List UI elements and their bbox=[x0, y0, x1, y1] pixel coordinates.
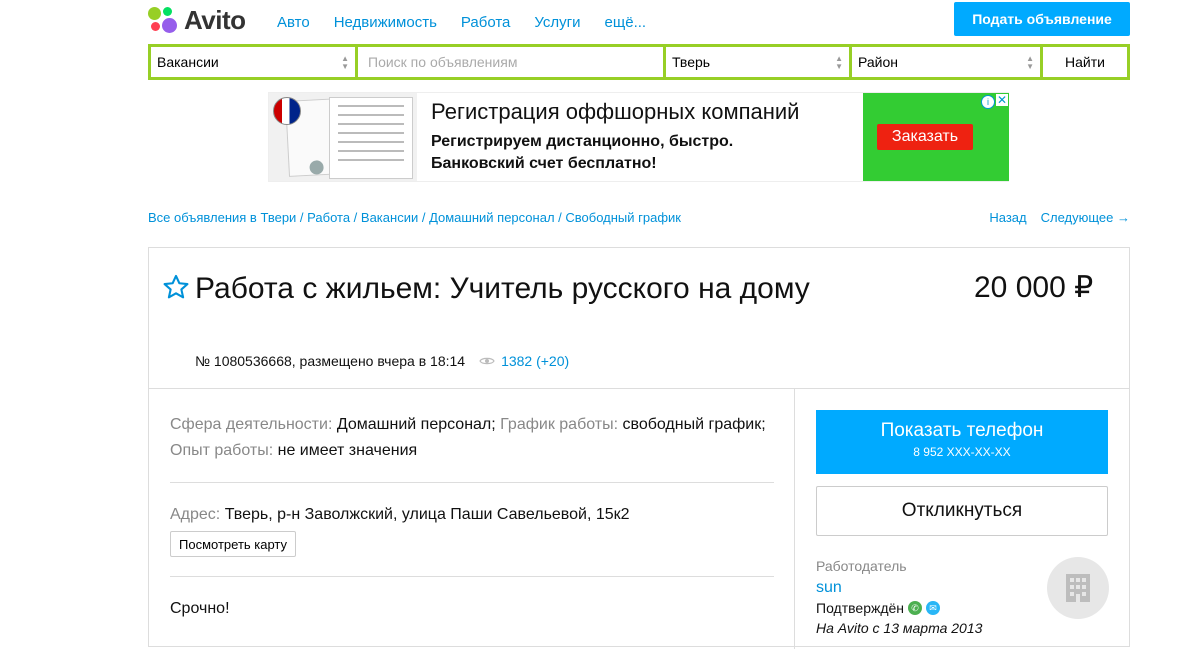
address-value: Тверь, р-н Заволжский, улица Паши Савель… bbox=[224, 506, 630, 523]
avito-logo[interactable]: Avito bbox=[148, 4, 246, 36]
main-nav: Авто Недвижимость Работа Услуги ещё... bbox=[277, 14, 670, 31]
favorite-star-icon[interactable] bbox=[162, 273, 190, 301]
pager-back-link[interactable]: Назад bbox=[989, 210, 1026, 225]
category-select-value: Вакансии bbox=[157, 54, 219, 70]
phone-masked: 8 952 XXX-XX-XX bbox=[913, 445, 1011, 459]
job-params: Сфера деятельности: Домашний персонал; Г… bbox=[170, 412, 780, 464]
sphere-label: Сфера деятельности: bbox=[170, 416, 333, 433]
ad-text-line-2: Банковский счет бесплатно! bbox=[431, 155, 657, 172]
views-count[interactable]: 1382 (+20) bbox=[501, 353, 569, 369]
post-ad-button[interactable]: Подать объявление bbox=[954, 2, 1130, 36]
confirmed-label: Подтверждён bbox=[816, 600, 905, 616]
select-arrows-icon: ▲ ▼ bbox=[341, 54, 349, 71]
employer-label: Работодатель bbox=[816, 558, 907, 574]
schedule-label: График работы: bbox=[500, 416, 619, 433]
breadcrumb-vacancies[interactable]: Вакансии bbox=[361, 210, 418, 225]
eye-icon bbox=[479, 357, 495, 365]
section-divider bbox=[170, 576, 774, 577]
column-divider bbox=[794, 389, 795, 649]
show-phone-button[interactable]: Показать телефон 8 952 XXX-XX-XX bbox=[816, 410, 1108, 474]
address: Адрес: Тверь, р-н Заволжский, улица Паши… bbox=[170, 506, 630, 524]
nav-auto[interactable]: Авто bbox=[277, 14, 310, 31]
search-bar: Вакансии ▲ ▼ Поиск по объявлениям Тверь ▲… bbox=[148, 44, 1130, 80]
breadcrumb-work[interactable]: Работа bbox=[307, 210, 350, 225]
breadcrumb: Все объявления в Твери / Работа / Ваканс… bbox=[148, 210, 681, 225]
views-counter[interactable]: 1382 (+20) bbox=[479, 353, 569, 369]
ad-text-line-1: Регистрируем дистанционно, быстро. bbox=[431, 133, 734, 150]
listing-meta: № 1080536668, размещено вчера в 18:14 13… bbox=[195, 353, 569, 369]
phone-verified-icon: ✆ bbox=[908, 601, 923, 615]
ad-document-front bbox=[329, 97, 413, 179]
ad-certificate-image bbox=[269, 93, 417, 181]
breadcrumb-all-tver[interactable]: Все объявления в Твери bbox=[148, 210, 296, 225]
employer-confirmed: Подтверждён ✆ ✉ bbox=[816, 600, 941, 616]
listing-id-date: № 1080536668, размещено вчера в 18:14 bbox=[195, 353, 466, 369]
reply-button[interactable]: Откликнуться bbox=[816, 486, 1108, 536]
schedule-value: свободный график; bbox=[622, 416, 766, 433]
search-submit-button[interactable]: Найти bbox=[1043, 47, 1127, 77]
employer-avatar[interactable] bbox=[1047, 557, 1109, 619]
logo-text: Avito bbox=[184, 4, 246, 35]
city-select[interactable]: Тверь ▲ ▼ bbox=[666, 47, 849, 77]
show-phone-label: Показать телефон bbox=[880, 420, 1044, 441]
breadcrumb-free-schedule[interactable]: Свободный график bbox=[565, 210, 681, 225]
select-arrows-icon: ▲ ▼ bbox=[1026, 54, 1034, 71]
experience-label: Опыт работы: bbox=[170, 442, 274, 459]
building-icon bbox=[1066, 574, 1090, 602]
district-select[interactable]: Район ▲ ▼ bbox=[852, 47, 1040, 77]
uk-flag-icon bbox=[273, 97, 301, 125]
breadcrumb-domestic-staff[interactable]: Домашний персонал bbox=[429, 210, 554, 225]
card-divider bbox=[149, 388, 1129, 389]
section-divider bbox=[170, 482, 774, 483]
member-since: На Avito с 13 марта 2013 bbox=[816, 620, 983, 636]
pager-next-link[interactable]: Следующее → bbox=[1041, 210, 1130, 225]
listing-pager: Назад Следующее → bbox=[989, 210, 1130, 225]
city-select-value: Тверь bbox=[672, 54, 711, 70]
email-verified-icon: ✉ bbox=[926, 601, 941, 615]
nav-realty[interactable]: Недвижимость bbox=[334, 14, 437, 31]
district-select-value: Район bbox=[858, 54, 898, 70]
ad-banner[interactable]: Регистрация оффшорных компаний Регистрир… bbox=[268, 92, 1009, 182]
nav-more[interactable]: ещё... bbox=[605, 14, 647, 31]
ad-title: Регистрация оффшорных компаний bbox=[431, 99, 800, 124]
select-arrows-icon: ▲ ▼ bbox=[835, 54, 843, 71]
address-label: Адрес: bbox=[170, 506, 221, 523]
nav-jobs[interactable]: Работа bbox=[461, 14, 511, 31]
listing-title: Работа с жильем: Учитель русского на дом… bbox=[195, 272, 810, 305]
show-map-button[interactable]: Посмотреть карту bbox=[170, 531, 297, 557]
search-input[interactable]: Поиск по объявлениям bbox=[358, 47, 663, 77]
logo-dots-icon bbox=[148, 5, 178, 35]
ad-info-icon[interactable]: i bbox=[981, 95, 995, 109]
listing-description: Срочно! bbox=[170, 600, 230, 617]
search-input-placeholder: Поиск по объявлениям bbox=[368, 54, 518, 70]
ad-close-icon[interactable]: ✕ bbox=[996, 94, 1008, 106]
experience-value: не имеет значения bbox=[277, 442, 418, 459]
employer-name-link[interactable]: sun bbox=[816, 579, 842, 597]
ad-order-button[interactable]: Заказать bbox=[877, 124, 973, 150]
listing-price: 20 000 ₽ bbox=[974, 271, 1094, 304]
nav-services[interactable]: Услуги bbox=[534, 14, 580, 31]
sphere-value: Домашний персонал; bbox=[336, 416, 496, 433]
category-select[interactable]: Вакансии ▲ ▼ bbox=[151, 47, 355, 77]
ad-cta-panel: Заказать i ✕ bbox=[863, 93, 1009, 181]
